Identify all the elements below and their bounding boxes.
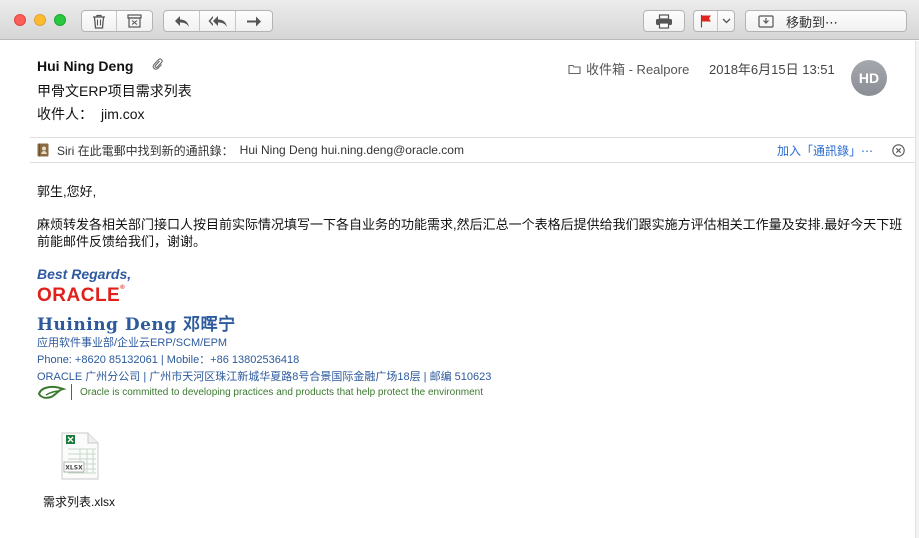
minimize-window-button[interactable]	[34, 14, 46, 26]
forward-button[interactable]	[236, 11, 272, 31]
recipient-name[interactable]: jim.cox	[101, 106, 145, 122]
sender-avatar: HD	[851, 60, 887, 96]
delete-button[interactable]	[82, 11, 117, 31]
close-window-button[interactable]	[14, 14, 26, 26]
chevron-down-icon	[722, 18, 731, 24]
environment-text: Oracle is committed to developing practi…	[80, 386, 483, 398]
delete-junk-group	[81, 10, 153, 32]
print-group	[643, 10, 685, 32]
file-type-label: XLSX	[65, 465, 83, 472]
sender-name[interactable]: Hui Ning Deng	[37, 58, 133, 74]
move-to-mailbox-icon	[758, 14, 774, 28]
flag-button[interactable]	[694, 11, 718, 31]
junk-button[interactable]	[117, 11, 152, 31]
junk-box-icon	[127, 14, 142, 28]
attachment-filename: 需求列表.xlsx	[43, 495, 116, 509]
flag-menu-button[interactable]	[718, 11, 734, 31]
greeting-text: 郭生,您好,	[37, 184, 97, 199]
siri-message: Siri 在此電郵中找到新的通訊錄：	[57, 143, 234, 158]
signature-name: Huining Deng 邓晖宁	[37, 315, 236, 335]
reply-icon	[174, 15, 190, 28]
message-body: 郭生,您好, 麻烦转发各相关部门接口人按目前实际情况填写一下各自业务的功能需求,…	[0, 164, 919, 538]
best-regards-text: Best Regards,	[37, 266, 132, 282]
message-subject: 甲骨文ERP项目需求列表	[37, 83, 192, 99]
flag-icon	[700, 14, 712, 28]
paperclip-icon	[152, 57, 163, 76]
divider	[71, 384, 72, 400]
folder-icon	[568, 64, 581, 74]
body-paragraph: 麻烦转发各相关部门接口人按目前实际情况填写一下各自业务的功能需求,然后汇总一个表…	[37, 217, 903, 249]
oracle-logo: ORACLE®	[37, 285, 126, 306]
toolbar: 移動到⋯	[0, 0, 919, 40]
signature-address: ORACLE 广州分公司 | 广州市天河区珠江新城华夏路8号合景国际金融广场18…	[37, 371, 492, 383]
zoom-window-button[interactable]	[54, 14, 66, 26]
move-to-button[interactable]: 移動到⋯	[745, 10, 907, 32]
message-header: Hui Ning Deng 甲骨文ERP项目需求列表 收件人： jim.cox 收…	[0, 41, 919, 137]
recipient-line: 收件人： jim.cox	[37, 104, 145, 124]
print-button[interactable]	[644, 11, 684, 31]
oracle-logo-text: ORACLE	[37, 285, 121, 306]
recipient-label: 收件人：	[37, 106, 93, 122]
move-to-label: 移動到⋯	[786, 14, 839, 30]
dismiss-suggestion-button[interactable]	[892, 143, 905, 157]
message-date: 2018年6月15日 13:51	[709, 62, 835, 77]
close-circle-icon	[892, 143, 905, 157]
reply-forward-group	[163, 10, 273, 32]
xlsx-file-icon: XLSX	[60, 432, 120, 485]
printer-icon	[655, 13, 673, 29]
add-to-contacts-link[interactable]: 加入「通訊錄」⋯	[777, 142, 873, 159]
trash-icon	[92, 14, 106, 29]
scrollbar-track[interactable]	[915, 41, 919, 538]
mailbox-label: 收件箱 - Realpore	[586, 62, 690, 77]
flag-group	[693, 10, 735, 32]
forward-icon	[246, 15, 262, 28]
reply-all-icon	[208, 15, 228, 28]
leaf-logo-icon	[37, 383, 67, 401]
contacts-book-icon	[37, 143, 49, 157]
signature-phone: Phone: +8620 85132061 | Mobile：+86 13802…	[37, 354, 300, 366]
reply-button[interactable]	[164, 11, 200, 31]
environment-notice: Oracle is committed to developing practi…	[37, 383, 483, 401]
reply-all-button[interactable]	[200, 11, 236, 31]
mailbox-location: 收件箱 - Realpore	[568, 59, 689, 78]
siri-contact-suggestion: Siri 在此電郵中找到新的通訊錄： Hui Ning Deng hui.nin…	[30, 137, 919, 163]
siri-contact: Hui Ning Deng hui.ning.deng@oracle.com	[239, 143, 464, 157]
signature-department: 应用软件事业部/企业云ERP/SCM/EPM	[37, 337, 228, 349]
attachment[interactable]: XLSX 需求列表.xlsx	[40, 432, 120, 510]
